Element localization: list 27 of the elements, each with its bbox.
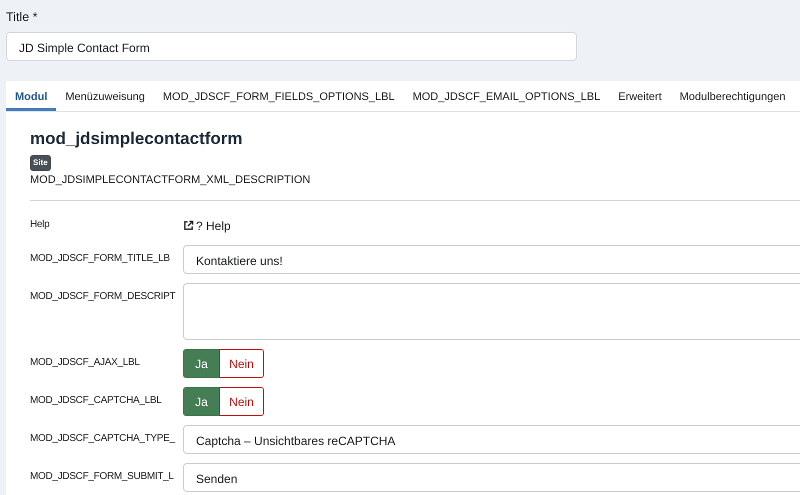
textarea-field[interactable] bbox=[183, 283, 800, 340]
tab[interactable]: Erweitert bbox=[609, 80, 671, 111]
module-description: MOD_JDSIMPLECONTACTFORM_XML_DESCRIPTION bbox=[30, 173, 312, 188]
tab[interactable]: MOD_JDSCF_EMAIL_OPTIONS_LBL bbox=[404, 80, 610, 111]
field-label: MOD_JDSCF_CAPTCHA_LBL bbox=[30, 394, 163, 408]
field-label: MOD_JDSCF_CAPTCHA_TYPE_ bbox=[30, 432, 176, 446]
toggle-option[interactable]: Ja bbox=[183, 387, 219, 416]
tab[interactable]: Menüzuweisung bbox=[56, 80, 154, 111]
text-input[interactable]: Kontaktiere uns! bbox=[183, 245, 800, 274]
field-label: MOD_JDSCF_FORM_SUBMIT_L bbox=[30, 470, 175, 484]
toggle-option[interactable]: Nein bbox=[219, 349, 264, 378]
toggle-option[interactable]: Nein bbox=[219, 387, 264, 416]
tab[interactable]: MOD_JDSCF_FORM_FIELDS_OPTIONS_LBL bbox=[154, 80, 404, 111]
external-link-icon bbox=[183, 220, 194, 232]
select-field[interactable]: Captcha – Unsichtbares reCAPTCHA bbox=[183, 425, 800, 454]
field-label: MOD_JDSCF_FORM_TITLE_LB bbox=[30, 252, 171, 266]
module-name: mod_jdsimplecontactform bbox=[30, 128, 244, 150]
site-badge: Site bbox=[30, 155, 51, 172]
field-label: MOD_JDSCF_AJAX_LBL bbox=[30, 356, 141, 370]
text-input[interactable]: Senden bbox=[183, 463, 800, 492]
help-link[interactable]: ? Help bbox=[183, 210, 231, 235]
tab[interactable]: Modulberechtigungen bbox=[670, 80, 794, 111]
title-input[interactable]: JD Simple Contact Form bbox=[6, 32, 577, 61]
field-label: Title * bbox=[5, 9, 38, 26]
field-label: MOD_JDSCF_FORM_DESCRIPT bbox=[30, 290, 176, 304]
field-label: Help bbox=[30, 218, 50, 232]
toggle-option[interactable]: Ja bbox=[183, 349, 219, 378]
